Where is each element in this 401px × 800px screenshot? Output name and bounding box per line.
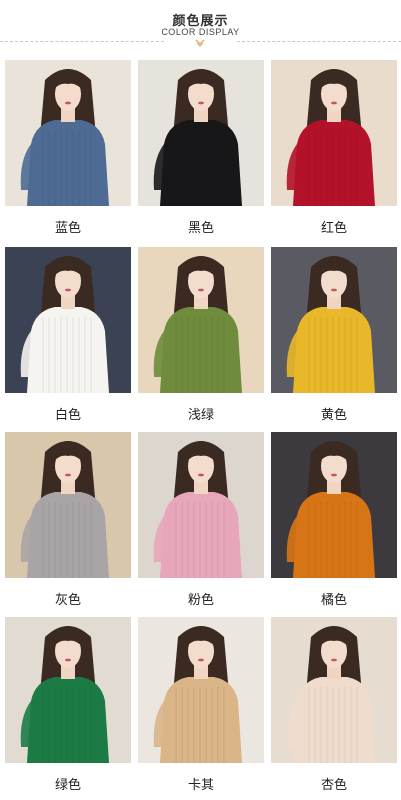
sweater-shape [160,120,242,206]
lips-shape [331,473,337,477]
color-option[interactable]: 绿色 [5,617,131,797]
lips-shape [65,658,71,662]
color-option[interactable]: 蓝色 [5,60,131,240]
lips-shape [65,101,71,105]
sweater-shape [160,307,242,393]
color-label: 黄色 [320,408,347,423]
divider-left [0,41,164,42]
model-illustration [138,617,264,763]
color-label: 卡其 [187,778,214,793]
lips-shape [198,473,204,477]
section-header: 颜色展示 COLOR DISPLAY [0,0,401,58]
sweater-shape [293,307,375,393]
product-photo[interactable] [5,617,131,763]
color-option[interactable]: 红色 [271,60,397,240]
color-label: 红色 [320,221,347,236]
color-option[interactable]: 黑色 [138,60,264,240]
color-option[interactable]: 黄色 [271,247,397,427]
model-illustration [271,432,397,578]
sweater-shape [160,677,242,763]
product-photo[interactable] [5,60,131,206]
product-photo[interactable] [271,60,397,206]
product-photo[interactable] [138,247,264,393]
product-photo[interactable] [5,247,131,393]
color-option[interactable]: 灰色 [5,432,131,612]
lips-shape [331,658,337,662]
model-illustration [271,617,397,763]
color-option[interactable]: 卡其 [138,617,264,797]
model-illustration [5,432,131,578]
model-illustration [271,60,397,206]
sweater-shape [293,677,375,763]
product-photo[interactable] [138,432,264,578]
chevron-down-icon [195,39,205,47]
sweater-shape [27,120,109,206]
model-illustration [5,60,131,206]
color-label: 白色 [54,408,81,423]
lips-shape [198,101,204,105]
color-label: 灰色 [54,593,81,608]
divider-right [237,41,401,42]
color-label: 橘色 [320,593,347,608]
lips-shape [198,658,204,662]
sweater-shape [293,492,375,578]
color-label: 粉色 [187,593,214,608]
model-illustration [138,247,264,393]
sweater-shape [293,120,375,206]
model-illustration [271,247,397,393]
lips-shape [198,288,204,292]
color-label: 黑色 [187,221,214,236]
lips-shape [331,101,337,105]
color-option[interactable]: 橘色 [271,432,397,612]
model-illustration [138,60,264,206]
lips-shape [65,473,71,477]
section-subtitle: COLOR DISPLAY [161,27,240,37]
color-option[interactable]: 白色 [5,247,131,427]
model-illustration [5,617,131,763]
color-label: 绿色 [54,778,81,793]
color-label: 杏色 [320,778,347,793]
model-illustration [138,432,264,578]
product-photo[interactable] [271,617,397,763]
product-photo[interactable] [271,432,397,578]
sweater-shape [27,492,109,578]
sweater-shape [160,492,242,578]
color-option[interactable]: 浅绿 [138,247,264,427]
product-photo[interactable] [271,247,397,393]
sweater-shape [27,307,109,393]
lips-shape [331,288,337,292]
model-illustration [5,247,131,393]
product-photo[interactable] [5,432,131,578]
product-photo[interactable] [138,60,264,206]
color-label: 浅绿 [187,408,214,423]
lips-shape [65,288,71,292]
product-photo[interactable] [138,617,264,763]
color-option[interactable]: 粉色 [138,432,264,612]
color-option[interactable]: 杏色 [271,617,397,797]
color-label: 蓝色 [54,221,81,236]
sweater-shape [27,677,109,763]
